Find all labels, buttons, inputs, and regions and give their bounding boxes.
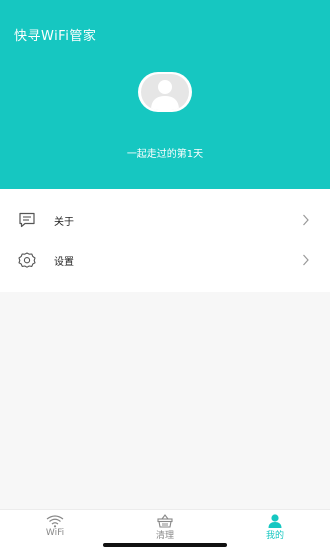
app-title: 快寻WiFi管家 <box>14 29 97 44</box>
chevron-right-icon <box>303 254 309 266</box>
basket-icon <box>157 514 173 528</box>
tab-wifi[interactable]: WiFi <box>0 510 110 550</box>
home-indicator[interactable] <box>103 543 227 547</box>
gear-icon <box>18 252 36 268</box>
tab-label: 清理 <box>155 531 174 541</box>
message-icon <box>19 212 35 228</box>
menu-item-label: 设置 <box>54 257 74 268</box>
menu-item-settings[interactable]: 设置 <box>0 240 330 280</box>
settings-menu: 关于 设置 <box>0 189 330 292</box>
days-together-text: 一起走过的第1天 <box>126 149 204 160</box>
tab-label: WiFi <box>45 528 65 538</box>
avatar-placeholder-icon <box>141 74 189 110</box>
tab-label: 我的 <box>265 531 284 541</box>
profile-header: 快寻WiFi管家 一起走过的第1天 <box>0 0 330 189</box>
menu-item-label: 关于 <box>54 217 74 228</box>
user-icon <box>268 514 282 528</box>
menu-item-about[interactable]: 关于 <box>0 200 330 240</box>
avatar[interactable] <box>138 72 192 112</box>
chevron-right-icon <box>303 214 309 226</box>
wifi-icon <box>46 515 64 528</box>
tab-mine[interactable]: 我的 <box>220 510 330 550</box>
